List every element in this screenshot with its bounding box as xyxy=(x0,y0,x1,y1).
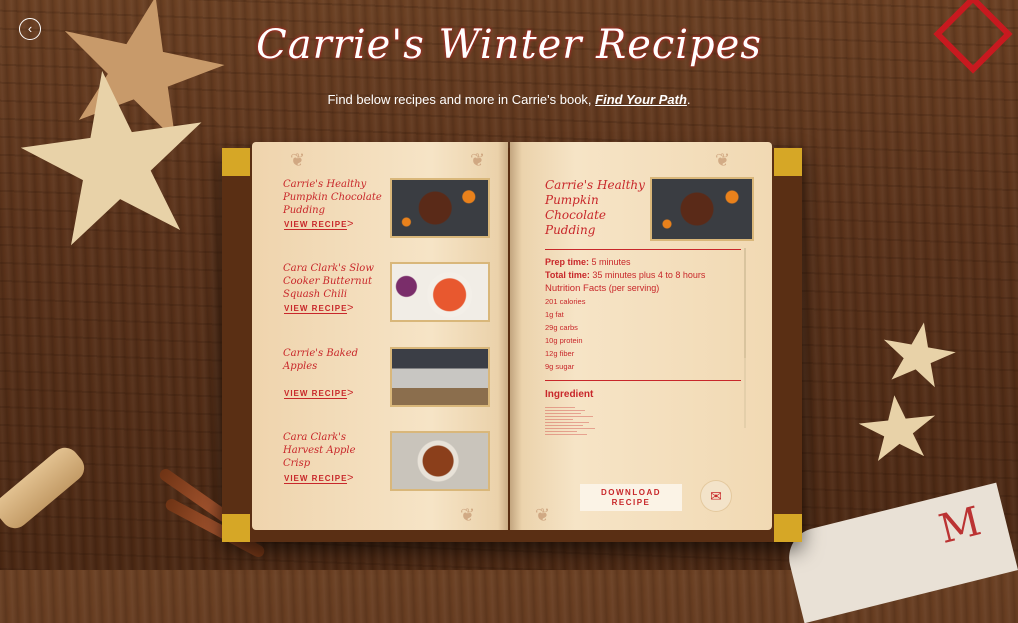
chevron-right-icon: > xyxy=(347,472,354,484)
recipe-thumbnail[interactable] xyxy=(390,178,490,238)
ingredient-line xyxy=(545,407,575,408)
flourish-ornament: ❦ xyxy=(290,150,306,171)
view-recipe-link[interactable]: VIEW RECIPE xyxy=(284,220,348,230)
recipe-facts: Prep time: 5 minutes Total time: 35 minu… xyxy=(545,256,745,373)
prep-label: Prep time: xyxy=(545,257,590,267)
recipe-item[interactable]: Cara Clark's Slow Cooker Butternut Squas… xyxy=(283,262,498,328)
recipe-detail-title: Carrie's Healthy Pumpkin Chocolate Puddi… xyxy=(545,178,645,237)
book-corner xyxy=(774,514,802,542)
view-recipe-link[interactable]: VIEW RECIPE xyxy=(284,474,348,484)
total-label: Total time: xyxy=(545,270,590,280)
nutrition-note: (per serving) xyxy=(606,283,660,293)
ingredient-line xyxy=(545,419,573,420)
recipe-name: Carrie's Baked Apples xyxy=(283,348,359,372)
ingredient-line xyxy=(545,413,581,414)
divider xyxy=(545,249,741,250)
ingredient-line xyxy=(545,410,585,411)
recipe-thumbnail[interactable] xyxy=(390,347,490,407)
book-corner xyxy=(222,514,250,542)
book-link[interactable]: Find Your Path xyxy=(595,92,687,107)
total-time: Total time: 35 minutes plus 4 to 8 hours xyxy=(545,269,745,282)
email-button[interactable]: ✉ xyxy=(701,481,731,511)
view-recipe-link[interactable]: VIEW RECIPE xyxy=(284,389,348,399)
fact-item: 1g fat xyxy=(545,310,564,319)
page-title: Carrie's Winter Recipes xyxy=(256,22,762,68)
flourish-ornament: ❦ xyxy=(535,505,551,526)
flourish-ornament: ❦ xyxy=(715,150,731,171)
chevron-right-icon: > xyxy=(347,387,354,399)
book-spine xyxy=(498,142,522,530)
flourish-ornament: ❦ xyxy=(470,150,486,171)
divider xyxy=(545,380,741,381)
chevron-right-icon: > xyxy=(347,218,354,230)
recipe-item[interactable]: Cara Clark's Harvest Apple Crisp VIEW RE… xyxy=(283,431,498,497)
recipe-name: Cara Clark's Harvest Apple Crisp xyxy=(283,432,356,469)
book-corner xyxy=(222,148,250,176)
nutrition-label: Nutrition Facts xyxy=(545,283,607,294)
ingredient-list xyxy=(545,407,595,437)
page-subtitle: Find below recipes and more in Carrie's … xyxy=(0,92,1018,107)
nutrition-heading: Nutrition Facts (per serving) xyxy=(545,282,745,295)
total-value: 35 minutes plus 4 to 8 hours xyxy=(589,270,706,280)
recipe-name: Carrie's Healthy Pumpkin Chocolate Puddi… xyxy=(283,179,382,216)
flourish-ornament: ❦ xyxy=(460,505,476,526)
recipe-thumbnail[interactable] xyxy=(390,431,490,491)
view-recipe-link[interactable]: VIEW RECIPE xyxy=(284,304,348,314)
recipe-name: Cara Clark's Slow Cooker Butternut Squas… xyxy=(283,263,374,300)
fact-item: 201 calories xyxy=(545,297,586,306)
ingredient-heading: Ingredient xyxy=(545,389,594,400)
scrollbar[interactable] xyxy=(744,248,746,428)
ingredient-line xyxy=(545,431,577,432)
scrollbar-thumb[interactable] xyxy=(744,248,746,358)
recipe-item[interactable]: Carrie's Healthy Pumpkin Chocolate Puddi… xyxy=(283,178,498,244)
recipe-item[interactable]: Carrie's Baked Apples VIEW RECIPE > xyxy=(283,347,498,413)
fact-item: 10g protein xyxy=(545,336,583,345)
prep-value: 5 minutes xyxy=(589,257,631,267)
recipe-thumbnail[interactable] xyxy=(390,262,490,322)
book-corner xyxy=(774,148,802,176)
cloth-lettering: M xyxy=(934,498,986,553)
fact-item: 9g sugar xyxy=(545,362,575,371)
ingredient-line xyxy=(545,422,589,423)
fact-item: 29g carbs xyxy=(545,323,578,332)
ingredient-line xyxy=(545,434,587,435)
chevron-right-icon: > xyxy=(347,302,354,314)
prep-time: Prep time: 5 minutes xyxy=(545,256,745,269)
recipe-detail-image xyxy=(650,177,754,241)
ingredient-line xyxy=(545,428,595,429)
subtitle-end: . xyxy=(686,92,691,107)
download-recipe-button[interactable]: DOWNLOAD RECIPE xyxy=(580,484,682,511)
mail-icon: ✉ xyxy=(710,488,722,504)
ingredient-line xyxy=(545,425,583,426)
ingredient-line xyxy=(545,416,593,417)
subtitle-text: Find below recipes and more in Carrie's … xyxy=(327,92,596,107)
fact-item: 12g fiber xyxy=(545,349,575,358)
